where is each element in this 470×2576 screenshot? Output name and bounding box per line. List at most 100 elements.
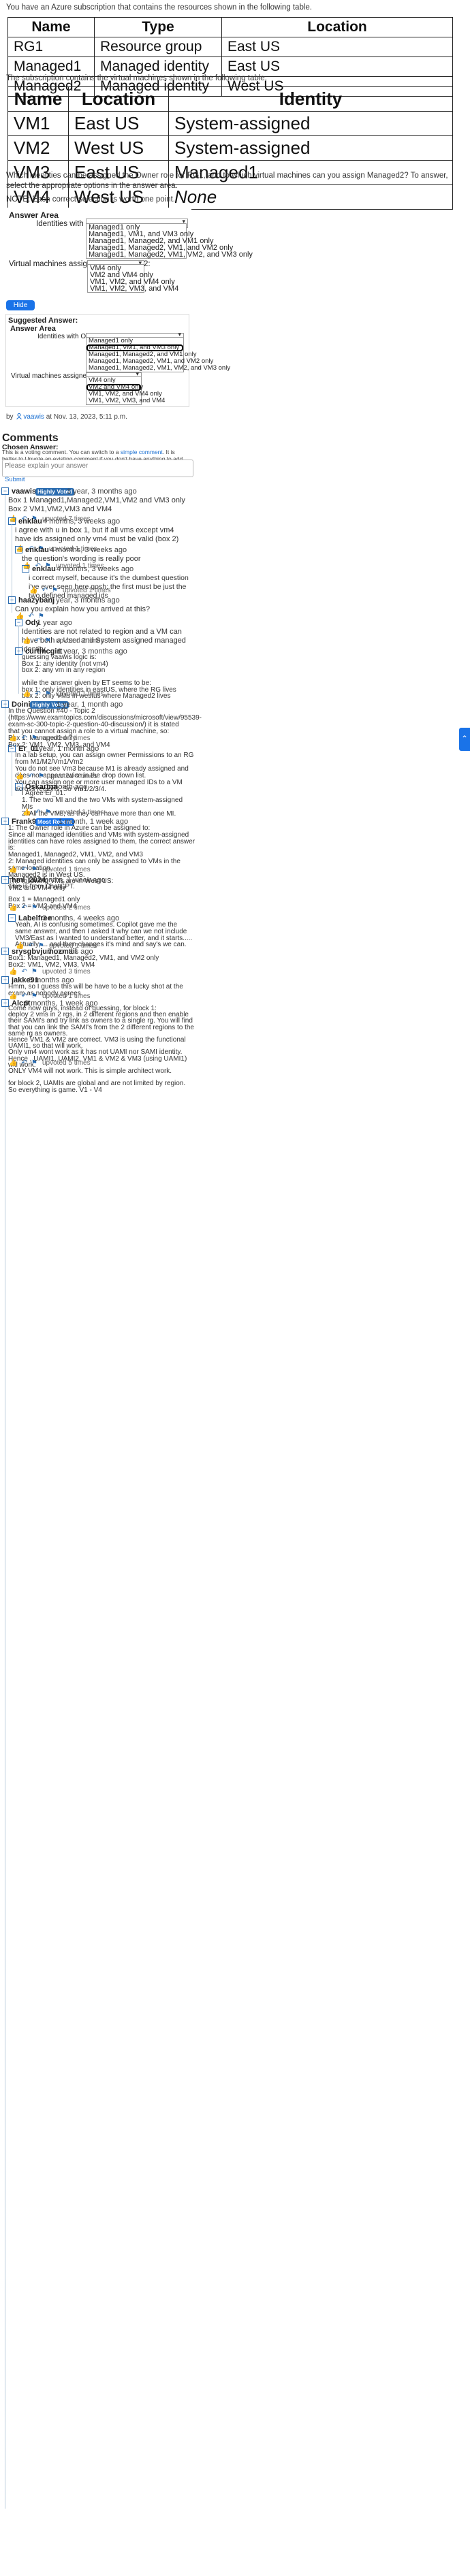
user-icon: [16, 413, 22, 419]
upvote-count: upvoted 2 times: [42, 904, 91, 912]
thumbs-up-icon[interactable]: 👍: [22, 809, 31, 816]
upvote-count: upvoted 1 times: [42, 866, 91, 873]
side-scroll-tab[interactable]: ⌃: [459, 728, 470, 751]
table-header: Location: [221, 17, 453, 37]
thumbs-up-icon[interactable]: 👍: [9, 904, 17, 912]
suggested-q2-option: VM1, VM2, VM3, and VM4: [89, 397, 166, 404]
flag-icon[interactable]: ⚑: [31, 968, 37, 976]
flag-icon[interactable]: ⚑: [45, 690, 51, 698]
explain-answer-input[interactable]: [2, 460, 193, 477]
upvote-count: upvoted 1 times: [56, 690, 104, 698]
comment-actions: 👍 ↶ ⚑: [22, 637, 55, 645]
table-cell: West US: [68, 135, 169, 161]
voting-text-1: This is a voting comment. You can switch…: [2, 449, 119, 455]
comment-user[interactable]: enklau: [32, 565, 56, 573]
thumbs-up-icon[interactable]: 👍: [22, 637, 31, 645]
reply-icon[interactable]: ↶: [35, 809, 40, 816]
collapse-toggle[interactable]: −: [15, 546, 22, 553]
note-text: NOTE: Each correct selection is worth on…: [6, 195, 175, 204]
thumbs-up-icon[interactable]: 👍: [9, 1059, 17, 1067]
table-cell: Resource group: [94, 37, 222, 57]
upvote-count: upvoted 2 times: [56, 637, 104, 645]
collapse-toggle[interactable]: −: [8, 596, 16, 604]
chevron-up-icon: ⌃: [460, 734, 469, 743]
collapse-toggle[interactable]: −: [1, 487, 9, 495]
comment-meta: 4 months, 3 weeks ago: [50, 546, 127, 554]
thumbs-up-icon[interactable]: 👍: [9, 968, 17, 976]
reply-icon[interactable]: ↶: [21, 968, 27, 976]
byline-user-link[interactable]: vaawis: [23, 413, 44, 421]
comment-body: Box 1 Managed1,Managed2,VM1,VM2 and VM3 …: [8, 496, 185, 513]
flag-icon[interactable]: ⚑: [52, 587, 58, 594]
q1-option[interactable]: Managed1, Managed2, VM1, VM2, and VM3 on…: [87, 251, 253, 259]
reply-icon[interactable]: ↶: [21, 866, 27, 873]
suggested-q1-options: Managed1 only Managed1, VM1, and VM3 onl…: [86, 337, 230, 372]
table-header: Name: [7, 86, 69, 112]
thumbs-up-icon[interactable]: 👍: [9, 735, 17, 742]
thumbs-up-icon[interactable]: 👍: [9, 866, 17, 873]
upvote-count: upvoted 1 times: [56, 809, 104, 816]
table-cell: System-assigned: [168, 111, 453, 136]
comment-meta: 4 months, 3 weeks ago: [43, 517, 121, 526]
reply-icon[interactable]: ↶: [35, 637, 40, 645]
comment-meta: 1 year, 3 months ago: [50, 596, 120, 605]
thread-line: [18, 626, 19, 694]
byline: by vaawis at Nov. 13, 2023, 5:11 p.m.: [6, 413, 127, 421]
flag-icon[interactable]: ⚑: [45, 637, 51, 645]
comment-actions: 👍 ↶ ⚑: [9, 993, 42, 1000]
thumbs-up-icon[interactable]: 👍: [29, 587, 37, 594]
reply-icon[interactable]: ↶: [21, 904, 27, 912]
resources-table: Name Type Location RG1 Resource group East…: [7, 17, 453, 97]
simple-comment-link[interactable]: simple comment: [121, 449, 163, 455]
q2-option[interactable]: VM1, VM2, VM3, and VM4: [88, 285, 178, 293]
table-cell: East US: [68, 111, 169, 136]
flag-icon[interactable]: ⚑: [38, 773, 44, 780]
table-cell: VM2: [7, 135, 69, 161]
hide-answer-button[interactable]: Hide Answer: [6, 300, 35, 319]
question-text: Which identities can be assigned the Own…: [6, 172, 448, 190]
reply-icon[interactable]: ↶: [42, 587, 47, 594]
q1-options: Managed1 only Managed1, VM1, and VM3 onl…: [86, 223, 253, 259]
comment-actions: 👍 ↶ ⚑: [22, 809, 55, 816]
table-cell: East US: [221, 37, 453, 57]
flag-icon[interactable]: ⚑: [45, 809, 51, 816]
reply-icon[interactable]: ↶: [21, 735, 27, 742]
comment-actions: 👍 ↶ ⚑: [29, 587, 62, 594]
upvote-count: upvoted 5 times: [42, 1059, 91, 1067]
flag-icon[interactable]: ⚑: [31, 904, 37, 912]
thumbs-up-icon[interactable]: 👍: [22, 690, 31, 698]
table-cell: RG1: [7, 37, 95, 57]
flag-icon[interactable]: ⚑: [31, 735, 37, 742]
submit-button[interactable]: Submit: [5, 476, 25, 483]
upvote-count: upvoted 7 times: [42, 735, 91, 742]
flag-icon[interactable]: ⚑: [31, 1059, 37, 1067]
comment-body: Box1: Managed1, Managed2, VM1, and VM2 o…: [8, 954, 159, 969]
answer-area-title: Answer Area: [9, 210, 59, 220]
comment-user[interactable]: vaawis: [12, 487, 36, 496]
suggested-answer-title: Suggested Answer:: [8, 317, 78, 325]
table-header: Identity: [168, 86, 453, 112]
comment-user[interactable]: enklau: [25, 546, 49, 554]
q2-options: VM4 only VM2 and VM4 only VM1, VM2, and …: [87, 264, 178, 293]
upvote-count: upvoted 3 times: [42, 968, 91, 976]
reply-icon[interactable]: ↶: [35, 690, 40, 698]
suggested-answer-area-title: Answer Area: [10, 325, 56, 333]
comment-actions: 👍 ↶ ⚑: [9, 866, 42, 873]
table-header: Location: [68, 86, 169, 112]
comment-meta: 1 year, 3 months ago: [67, 487, 137, 496]
comment-actions: 👍 ↶ ⚑: [9, 1059, 42, 1067]
vm-intro-text: The subscription contains the virtual ma…: [6, 74, 267, 82]
intro-text: You have an Azure subscription that cont…: [6, 3, 312, 12]
comment-body: Come now guys, instead of guessing, for …: [8, 1005, 194, 1094]
comment-body: i agree with u in box 1, but if all vms …: [15, 526, 179, 543]
comment-user[interactable]: enklau: [18, 517, 42, 526]
thumbs-up-icon[interactable]: 👍: [16, 773, 24, 780]
reply-icon[interactable]: ↶: [21, 1059, 27, 1067]
comment-actions: 👍 ↶ ⚑: [9, 904, 42, 912]
reply-icon[interactable]: ↶: [28, 773, 33, 780]
collapse-toggle[interactable]: −: [22, 565, 29, 573]
flag-icon[interactable]: ⚑: [31, 866, 37, 873]
table-header: Name: [7, 17, 95, 37]
table-cell: VM1: [7, 111, 69, 136]
comment-meta: 1 year ago: [37, 619, 72, 627]
